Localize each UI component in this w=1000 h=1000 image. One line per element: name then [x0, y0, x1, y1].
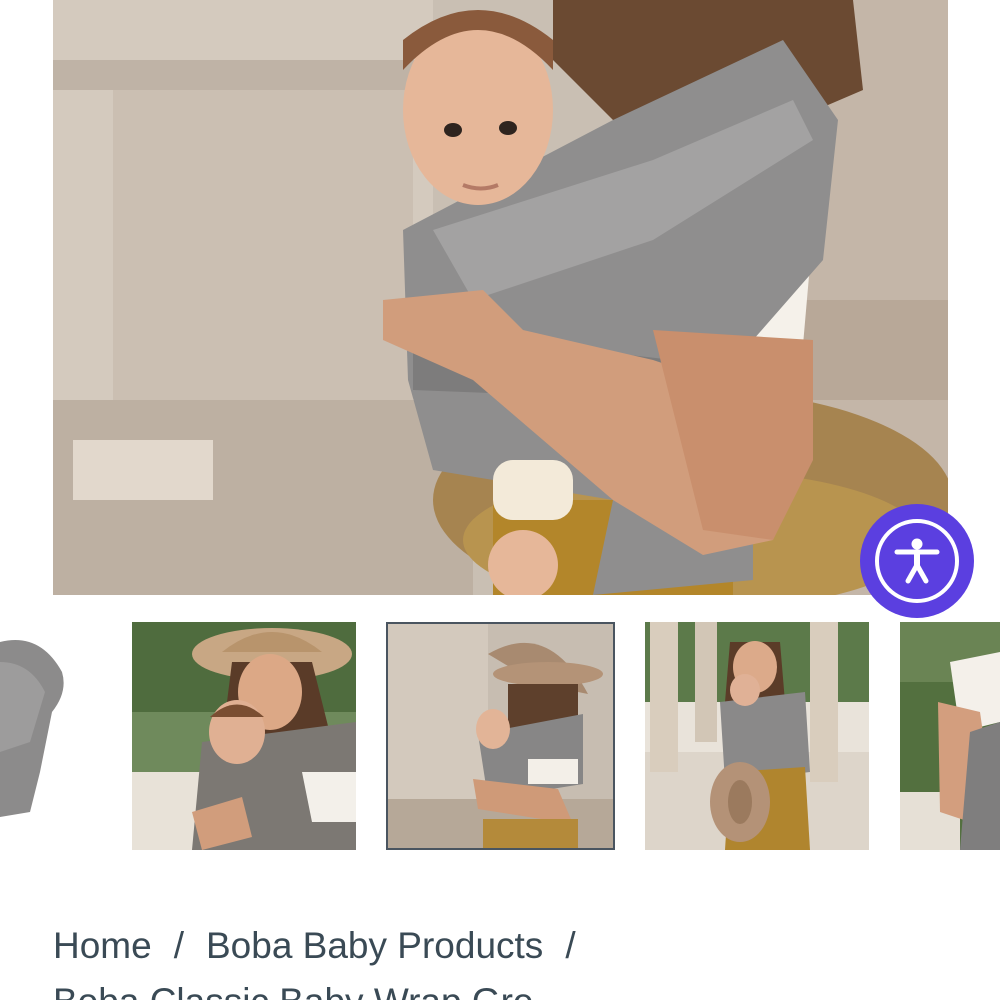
thumbnail-image	[900, 622, 1000, 850]
thumbnail-image	[645, 622, 869, 850]
accessibility-ring	[875, 519, 959, 603]
thumbnail-3[interactable]	[386, 622, 615, 850]
breadcrumb: Home / Boba Baby Products / Boba Classic Ba…	[53, 920, 993, 1000]
breadcrumb-current-page: Boba Classic Baby Wrap Gre	[53, 976, 993, 1000]
breadcrumb-home-link[interactable]: Home	[53, 925, 152, 966]
accessibility-button[interactable]	[860, 504, 974, 618]
breadcrumb-separator: /	[173, 925, 184, 966]
thumbnail-5[interactable]	[900, 622, 1000, 850]
thumbnail-1[interactable]	[0, 622, 70, 850]
product-page: Home / Boba Baby Products / Boba Classic Ba…	[0, 0, 1000, 1000]
thumbnail-image	[388, 624, 613, 848]
breadcrumb-collection-link[interactable]: Boba Baby Products	[206, 925, 543, 966]
thumbnail-image	[0, 622, 70, 850]
breadcrumb-separator: /	[565, 925, 576, 966]
main-product-image[interactable]	[53, 0, 948, 595]
thumbnail-image	[132, 622, 356, 850]
main-product-photo	[53, 0, 948, 595]
thumbnail-strip	[0, 622, 1000, 852]
thumbnail-2[interactable]	[132, 622, 356, 850]
accessibility-person-icon	[894, 538, 940, 584]
thumbnail-4[interactable]	[645, 622, 869, 850]
